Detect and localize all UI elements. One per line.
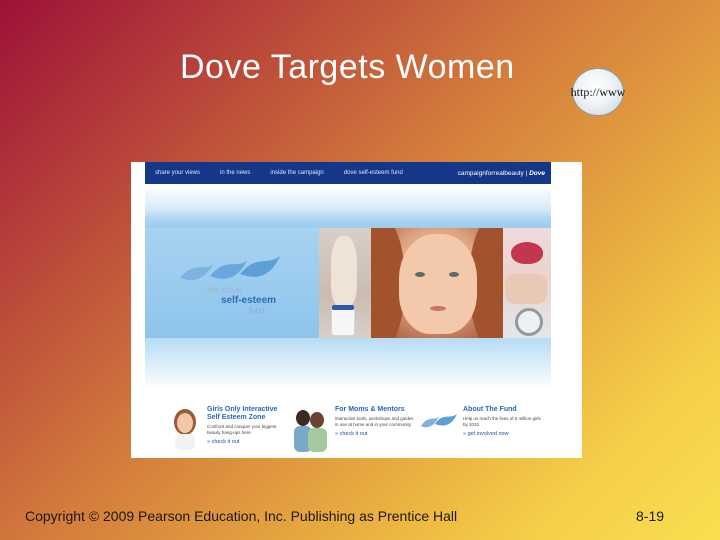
torso-figure <box>331 236 357 306</box>
product-jar <box>331 305 355 336</box>
slide-title: Dove Targets Women <box>180 48 515 86</box>
copyright-text: Copyright © 2009 Pearson Education, Inc.… <box>25 508 458 524</box>
lips-image <box>511 242 543 264</box>
dove-birds-icon <box>180 256 280 281</box>
girl-face <box>399 234 477 334</box>
fund-thumbnail-icon[interactable] <box>419 406 461 436</box>
brand-mark: Dove <box>529 169 545 177</box>
hero-image-torso <box>319 228 371 338</box>
promo-link[interactable]: » check it out <box>335 431 415 437</box>
mouth <box>430 306 446 311</box>
middle-band <box>145 338 551 390</box>
fund-logo-line1: the dove <box>207 285 242 295</box>
promo-title: For Moms & Mentors <box>335 406 405 413</box>
promo-text: Help us reach the lives of 5 million gir… <box>463 416 541 427</box>
promo-title: Girls Only Interactive Self Esteem Zone <box>207 406 278 421</box>
http-badge-text: http://www <box>570 84 626 99</box>
hero-image-collage <box>503 228 551 338</box>
page-number: 8-19 <box>636 508 665 524</box>
nav-item-in-the-news[interactable]: in the news <box>210 170 260 176</box>
promo-link[interactable]: » check it out <box>207 439 287 445</box>
website-screenshot: share your views in the news inside the … <box>131 162 582 458</box>
promo-link[interactable]: » get involved now <box>463 431 543 437</box>
fund-logo-line3: fund <box>249 306 265 315</box>
nav-item-self-esteem-fund[interactable]: dove self-esteem fund <box>334 170 413 176</box>
fund-logo-panel[interactable]: the dove self-esteem fund <box>145 228 319 338</box>
promo-text: interactive tools, workshops and guides … <box>335 416 414 427</box>
fund-logo-line2: self-esteem <box>221 295 277 306</box>
site-nav-bar: share your views in the news inside the … <box>145 162 551 184</box>
http-globe-icon: http://www <box>570 68 626 116</box>
skin-image <box>505 274 547 304</box>
hero-image-girl <box>371 228 503 338</box>
promo-about-fund[interactable]: About The Fund Help us reach the lives o… <box>463 406 543 456</box>
nav-item-inside-the-campaign[interactable]: inside the campaign <box>260 170 333 176</box>
watch-image <box>515 308 543 336</box>
promo-title: About The Fund <box>463 406 517 413</box>
eye-right <box>449 272 459 277</box>
nav-item-share-your-views[interactable]: share your views <box>145 170 210 176</box>
brand-logo[interactable]: campaignforrealbeauty | Dove <box>458 170 551 177</box>
brand-text: campaignforrealbeauty <box>457 169 524 177</box>
promo-moms-mentors[interactable]: For Moms & Mentors interactive tools, wo… <box>335 406 415 456</box>
promo-text: Confront and conquer your biggest beauty… <box>207 424 277 435</box>
header-band <box>145 184 551 228</box>
promo-girls-zone[interactable]: Girls Only Interactive Self Esteem Zone … <box>207 406 287 456</box>
moms-thumbnail[interactable] <box>289 406 331 452</box>
eye-left <box>415 272 425 277</box>
girl-thumbnail[interactable] <box>169 406 201 452</box>
